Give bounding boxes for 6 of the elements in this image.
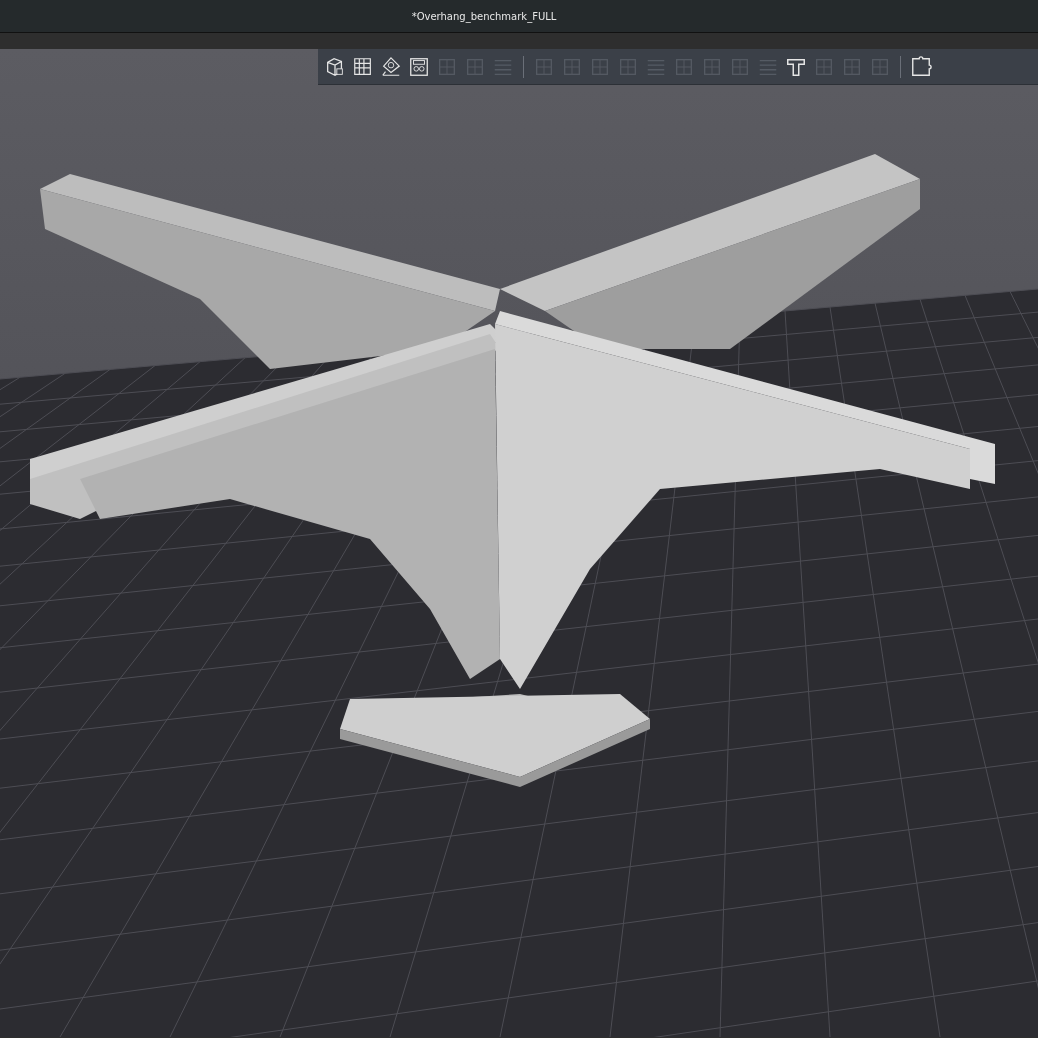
cube-icon [324,55,346,78]
window-title: *Overhang_benchmark_FULL [411,10,557,22]
panel-icon [408,55,430,78]
diamond-icon [380,55,402,78]
puzzle-icon [910,55,932,78]
grid-icon [352,55,374,78]
